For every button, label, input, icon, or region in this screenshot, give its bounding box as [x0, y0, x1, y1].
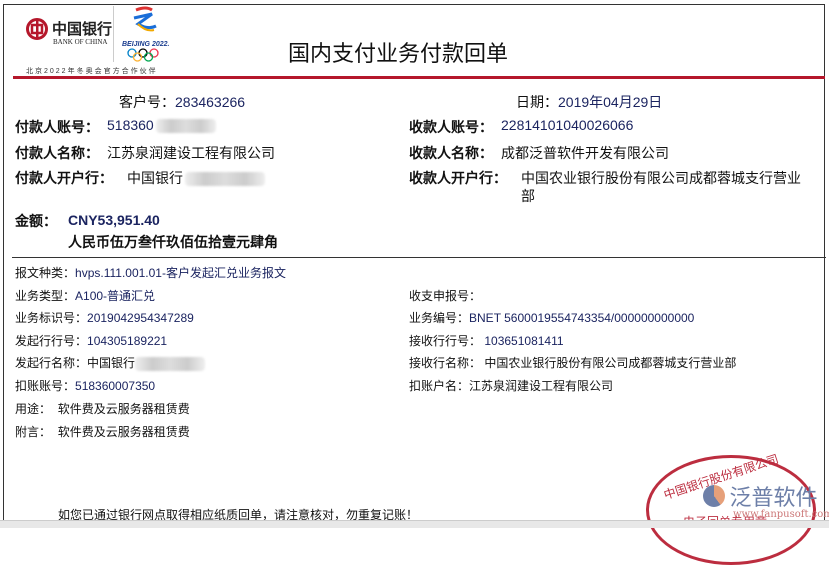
msg-type: 报文种类：hvps.111.001.01-客户发起汇兑业务报文: [15, 266, 286, 280]
payee-bank-line2: 部: [521, 188, 535, 204]
bank-name-cn: 中国银行: [52, 20, 113, 38]
bank-name-en: BANK OF CHINA: [53, 38, 108, 46]
payer-name-label: 付款人名称：: [15, 145, 99, 161]
payee-bank-line1: 中国农业银行股份有限公司成都蓉城支行营业: [521, 170, 801, 186]
note: 附言： 软件费及云服务器租赁费: [15, 425, 190, 439]
payer-bank: 中国银行: [127, 168, 265, 188]
biz-id: 业务标识号：2019042954347289: [15, 311, 194, 325]
boc-emblem-icon: [26, 18, 48, 40]
olympic-text: BEIJING 2022.: [122, 41, 170, 48]
bottom-scroll-area: [0, 520, 829, 528]
date: 日期：2019年04月29日: [516, 94, 663, 110]
redacted-blur: [185, 172, 265, 187]
biz-no: 业务编号：BNET 5600019554743354/000000000000: [409, 311, 695, 325]
olympic-rings-icon: [127, 48, 159, 62]
payer-account-label: 付款人账号：: [15, 119, 99, 135]
payer-account: 518360: [107, 117, 216, 134]
customer-no: 客户号：283463266: [119, 94, 246, 110]
payee-name: 成都泛普软件开发有限公司: [501, 145, 669, 161]
from-bank-no: 发起行行号：104305189221: [15, 334, 168, 348]
payer-bank-label: 付款人开户行：: [15, 170, 113, 186]
payee-account-label: 收款人账号：: [409, 119, 493, 135]
from-bank-name: 发起行名称：中国银行: [15, 354, 206, 371]
header-red-bar: [13, 76, 825, 79]
partner-text: 北京2022年冬奥会官方合作伙伴: [26, 68, 158, 75]
amount-value: CNY53,951.40: [68, 212, 160, 228]
amount-words: 人民币伍万叁仟玖佰伍拾壹元肆角: [68, 234, 278, 250]
fanpusoft-watermark: 泛普软件 www.fanpusoft.com: [703, 480, 829, 520]
redacted-blur: [155, 119, 216, 134]
payee-name-label: 收款人名称：: [409, 145, 493, 161]
declare-no: 收支申报号：: [409, 289, 482, 303]
redacted-blur: [135, 356, 206, 371]
debit-name: 扣账户名：江苏泉润建设工程有限公司: [409, 379, 614, 393]
biz-type: 业务类型：A100-普通汇兑: [15, 289, 156, 303]
payee-account: 22814101040026066: [501, 117, 634, 133]
section-divider: [12, 257, 826, 258]
amount-label: 金额：: [15, 213, 57, 229]
page-title: 国内支付业务付款回单: [288, 41, 509, 66]
beijing-2022-logo: BEIJING 2022.: [122, 6, 169, 67]
to-bank-name: 接收行名称： 中国农业银行股份有限公司成都蓉城支行营业部: [409, 356, 737, 370]
payer-name: 江苏泉润建设工程有限公司: [107, 145, 275, 161]
logo-divider: [113, 6, 114, 62]
payee-bank-label: 收款人开户行：: [409, 170, 507, 186]
bank-of-china-logo: 中国银行 BANK OF CHINA: [26, 18, 112, 46]
debit-account: 扣账账号：518360007350: [15, 379, 156, 393]
to-bank-no: 接收行行号： 103651081411: [409, 334, 564, 348]
purpose: 用途： 软件费及云服务器租赁费: [15, 402, 190, 416]
fanpusoft-logo-icon: [703, 485, 725, 507]
winter-olympics-emblem-icon: [133, 6, 157, 32]
